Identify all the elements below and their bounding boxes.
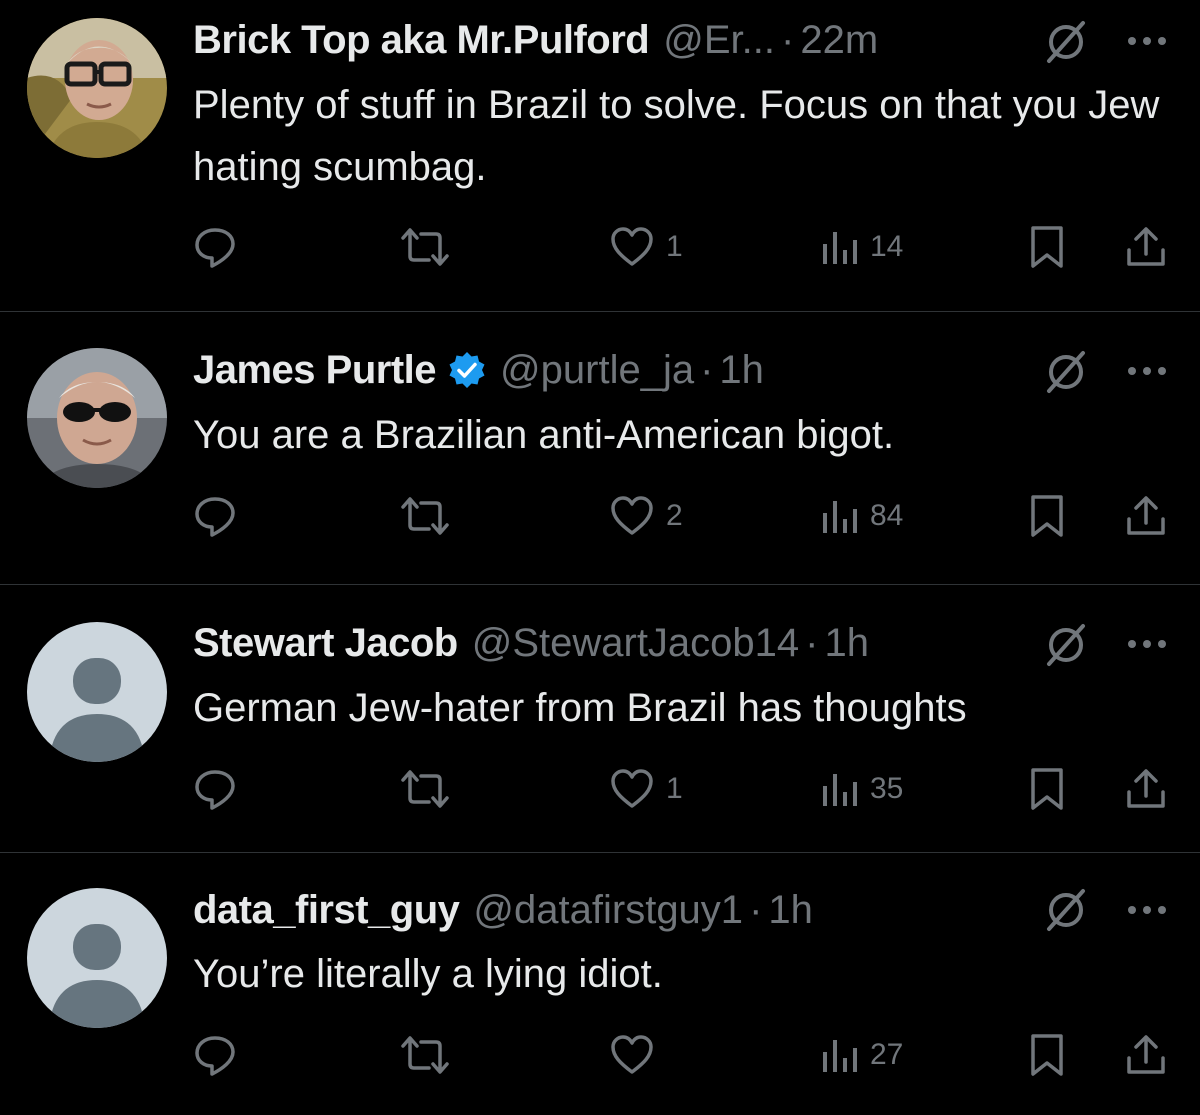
share-icon [1124, 1032, 1168, 1078]
views-count: 27 [870, 1038, 904, 1071]
like-button[interactable]: 1 [608, 764, 683, 814]
tweet-text: You’re literally a lying idiot. [193, 952, 663, 996]
reply-button[interactable] [192, 764, 238, 814]
divider [0, 584, 1200, 585]
retweet-button[interactable] [397, 222, 453, 272]
like-count: 1 [666, 230, 683, 263]
bookmark-icon [1027, 1032, 1067, 1078]
like-button[interactable]: 1 [608, 222, 683, 272]
retweet-button[interactable] [397, 764, 453, 814]
display-name[interactable]: James Purtle [193, 345, 437, 395]
retweet-icon [397, 224, 453, 270]
reply-icon [192, 1032, 238, 1078]
user-handle[interactable]: @purtle_ja [500, 345, 694, 395]
views-count: 35 [870, 772, 904, 805]
bookmark-icon [1027, 766, 1067, 812]
views-button[interactable]: 35 [820, 764, 903, 814]
bookmark-button[interactable] [1027, 764, 1067, 814]
like-icon [608, 224, 656, 270]
tweet-actions: 1 35 [0, 764, 1200, 814]
timestamp[interactable]: 1h [768, 885, 813, 935]
user-handle[interactable]: @Er... [663, 15, 775, 65]
user-handle[interactable]: @StewartJacob14 [472, 618, 799, 668]
more-icon[interactable] [1125, 637, 1169, 651]
timestamp[interactable]: 1h [825, 618, 870, 668]
bookmark-button[interactable] [1027, 1030, 1067, 1080]
share-icon [1124, 766, 1168, 812]
avatar[interactable] [27, 348, 167, 488]
avatar[interactable] [27, 888, 167, 1028]
share-button[interactable] [1124, 222, 1168, 272]
like-button[interactable] [608, 1030, 666, 1080]
tweet-header: James Purtle @purtle_ja · 1h [193, 345, 764, 395]
grok-icon[interactable] [1043, 19, 1089, 65]
timestamp[interactable]: 1h [719, 345, 764, 395]
share-button[interactable] [1124, 764, 1168, 814]
tweet-text: German Jew-hater from Brazil has thought… [193, 686, 967, 730]
reply-icon [192, 766, 238, 812]
like-count: 2 [666, 499, 683, 532]
views-button[interactable]: 14 [820, 222, 903, 272]
views-count: 84 [870, 499, 904, 532]
tweet-header: Brick Top aka Mr.Pulford @Er... · 22m [193, 15, 878, 65]
reply-icon [192, 224, 238, 270]
separator-dot: · [749, 888, 763, 932]
retweet-button[interactable] [397, 491, 453, 541]
like-button[interactable]: 2 [608, 491, 683, 541]
bookmark-button[interactable] [1027, 491, 1067, 541]
bookmark-icon [1027, 493, 1067, 539]
more-icon[interactable] [1125, 903, 1169, 917]
tweet-header: data_first_guy @datafirstguy1 · 1h [193, 885, 813, 935]
grok-icon[interactable] [1043, 887, 1089, 933]
like-icon [608, 766, 656, 812]
reply-button[interactable] [192, 1030, 238, 1080]
tweet-actions: 1 14 [0, 222, 1200, 272]
tweet-actions: 27 [0, 1030, 1200, 1080]
views-button[interactable]: 84 [820, 491, 903, 541]
divider [0, 852, 1200, 853]
views-icon [820, 766, 860, 812]
like-count: 1 [666, 772, 683, 805]
tweet-header: Stewart Jacob @StewartJacob14 · 1h [193, 618, 869, 668]
reply-button[interactable] [192, 222, 238, 272]
retweet-icon [397, 493, 453, 539]
retweet-icon [397, 766, 453, 812]
tweet-actions: 2 84 [0, 491, 1200, 541]
verified-badge-icon [448, 351, 486, 389]
views-button[interactable]: 27 [820, 1030, 903, 1080]
reply-button[interactable] [192, 491, 238, 541]
share-icon [1124, 493, 1168, 539]
bookmark-button[interactable] [1027, 222, 1067, 272]
bookmark-icon [1027, 224, 1067, 270]
avatar[interactable] [27, 622, 167, 762]
more-icon[interactable] [1125, 34, 1169, 48]
like-icon [608, 1032, 656, 1078]
separator-dot: · [781, 18, 795, 62]
grok-icon[interactable] [1043, 622, 1089, 668]
display-name[interactable]: Stewart Jacob [193, 618, 458, 668]
views-icon [820, 493, 860, 539]
views-icon [820, 224, 860, 270]
share-button[interactable] [1124, 1030, 1168, 1080]
like-icon [608, 493, 656, 539]
reply-icon [192, 493, 238, 539]
share-button[interactable] [1124, 491, 1168, 541]
divider [0, 311, 1200, 312]
grok-icon[interactable] [1043, 349, 1089, 395]
avatar[interactable] [27, 18, 167, 158]
retweet-button[interactable] [397, 1030, 453, 1080]
tweet-text: You are a Brazilian anti-American bigot. [193, 413, 895, 457]
user-handle[interactable]: @datafirstguy1 [473, 885, 743, 935]
timestamp[interactable]: 22m [800, 15, 878, 65]
display-name[interactable]: Brick Top aka Mr.Pulford [193, 15, 650, 65]
tweet-text: Plenty of stuff in Brazil to solve. Focu… [193, 83, 1160, 189]
separator-dot: · [700, 348, 714, 392]
share-icon [1124, 224, 1168, 270]
retweet-icon [397, 1032, 453, 1078]
views-icon [820, 1032, 860, 1078]
views-count: 14 [870, 230, 904, 263]
display-name[interactable]: data_first_guy [193, 885, 460, 935]
separator-dot: · [805, 621, 819, 665]
more-icon[interactable] [1125, 364, 1169, 378]
